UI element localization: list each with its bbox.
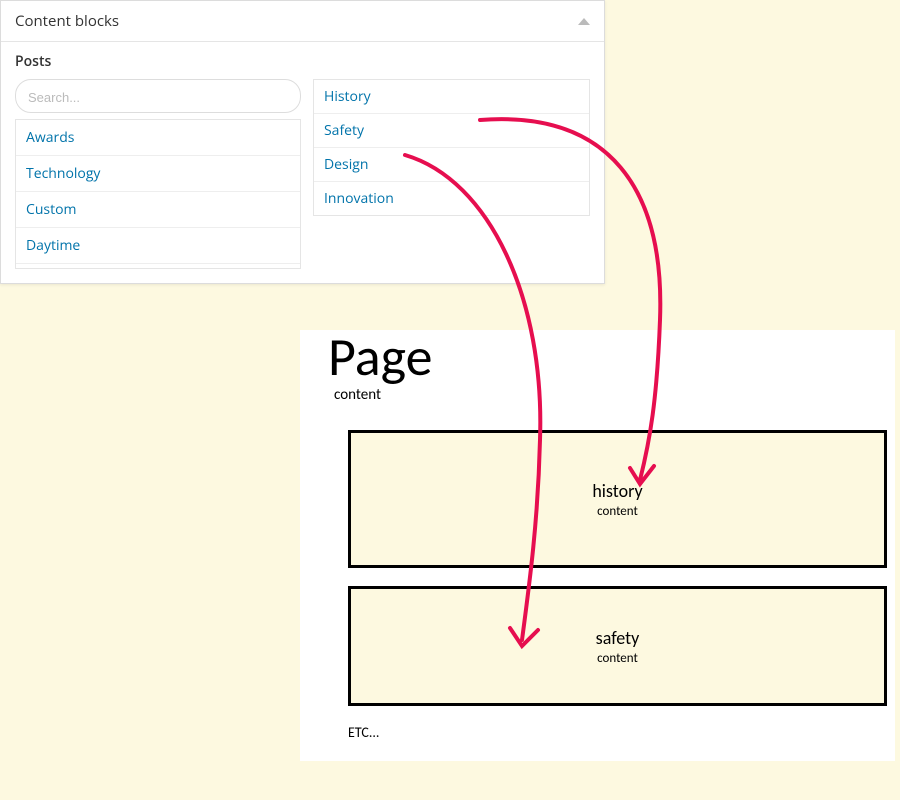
safety-content-block: safety content <box>348 586 887 706</box>
page-title: Page <box>328 330 895 384</box>
history-content-block: history content <box>348 430 887 568</box>
content-blocks-panel: Content blocks Posts Awards Technology <box>0 0 605 284</box>
list-item[interactable]: Design POST <box>16 264 300 269</box>
panel-header[interactable]: Content blocks <box>1 1 604 42</box>
list-item[interactable]: Custom <box>16 192 300 228</box>
selected-item-label: Safety <box>324 121 364 140</box>
etc-label: ETC... <box>348 724 895 741</box>
list-item-label: Custom <box>26 200 76 219</box>
list-item-label: Awards <box>26 128 74 147</box>
posts-section-label: Posts <box>15 52 590 71</box>
selected-item-safety[interactable]: Safety <box>314 114 589 148</box>
available-posts-list[interactable]: Awards Technology Custom Daytime Design … <box>15 119 301 269</box>
page-preview: Page content history content safety cont… <box>300 330 895 761</box>
list-item-label: Daytime <box>26 236 80 255</box>
selected-item-design[interactable]: Design <box>314 148 589 182</box>
block-subtitle: content <box>597 504 638 519</box>
panel-body: Posts Awards Technology Custom <box>1 42 604 283</box>
list-item-label: Technology <box>26 164 100 183</box>
selected-posts-column: History Safety Design Innovation <box>313 79 590 216</box>
block-subtitle: content <box>597 651 638 666</box>
panel-title: Content blocks <box>15 11 119 31</box>
selected-item-history[interactable]: History <box>314 80 589 114</box>
list-item[interactable]: Awards <box>16 120 300 156</box>
list-item[interactable]: Technology <box>16 156 300 192</box>
block-title: history <box>592 480 642 502</box>
block-title: safety <box>596 627 640 649</box>
search-input[interactable] <box>28 90 288 105</box>
selected-item-innovation[interactable]: Innovation <box>314 182 589 215</box>
collapse-icon <box>578 18 590 25</box>
available-posts-column: Awards Technology Custom Daytime Design … <box>15 79 301 269</box>
selected-item-label: Design <box>324 155 368 174</box>
search-field-wrap <box>15 79 301 113</box>
selected-item-label: Innovation <box>324 189 394 208</box>
selected-item-label: History <box>324 87 371 106</box>
list-item[interactable]: Daytime <box>16 228 300 264</box>
